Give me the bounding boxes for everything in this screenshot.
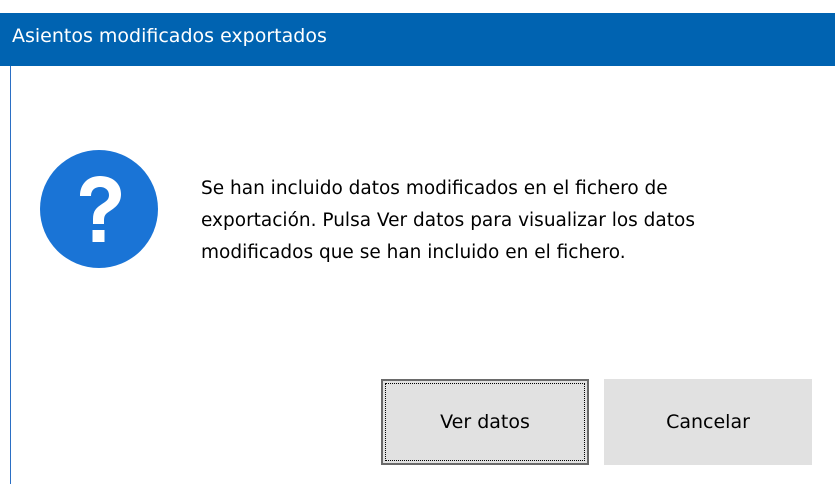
- view-data-button-label: Ver datos: [440, 411, 530, 433]
- cancel-button[interactable]: Cancelar: [604, 379, 812, 465]
- window-title: Asientos modificados exportados: [12, 25, 327, 47]
- view-data-button[interactable]: Ver datos: [381, 379, 589, 465]
- message-dialog: Asientos modificados exportados Se han i…: [0, 0, 835, 484]
- window-left-border: [10, 66, 11, 484]
- cancel-button-label: Cancelar: [666, 411, 750, 433]
- title-bar[interactable]: Asientos modificados exportados: [0, 13, 835, 66]
- question-icon: [40, 150, 158, 268]
- dialog-message: Se han incluido datos modificados en el …: [201, 178, 695, 263]
